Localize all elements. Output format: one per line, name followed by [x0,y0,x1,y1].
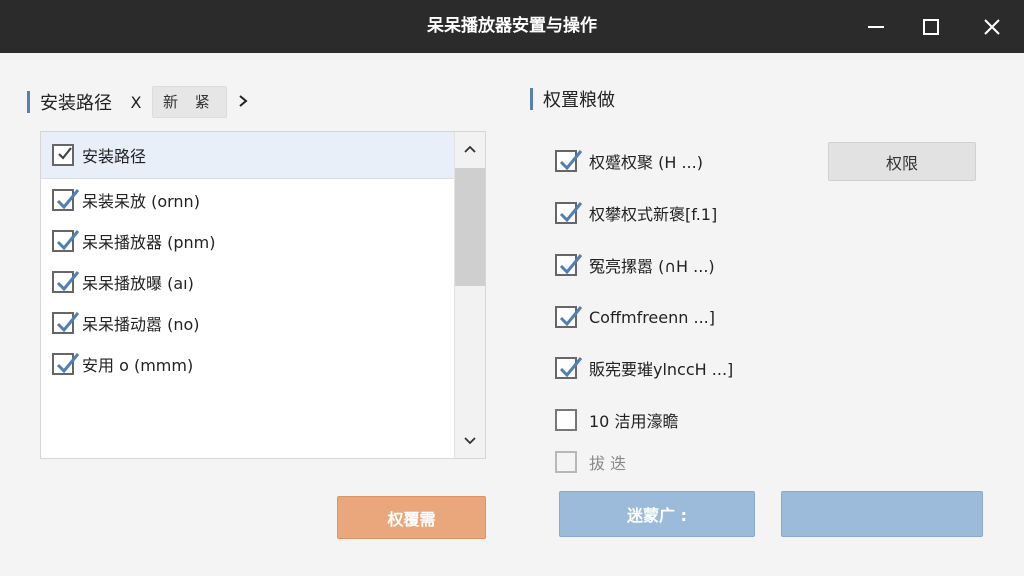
chevron-up-icon [464,145,476,153]
checkbox[interactable] [52,229,80,252]
permissions-header: 权置粮做 [530,86,615,112]
path-chip[interactable]: 新 紧 [152,86,227,118]
option-row[interactable]: 权攀权式新褒[f.1] [555,201,717,225]
check-icon [559,357,583,378]
option-label: 10 洁用濠瞻 [589,412,679,431]
permissions-button[interactable]: 权限 [828,142,976,181]
section-accent-bar [530,88,533,110]
list-item[interactable]: 安用 o (mmm) [41,343,455,384]
secondary-button[interactable] [781,491,983,537]
option-label: 权蹙权聚 (H ...) [589,153,703,172]
list-item-label: 呆装呆放 (ornn) [82,191,200,211]
list-item[interactable]: 呆呆播放器 (pnm) [41,220,455,261]
chevron-down-icon [464,437,476,445]
check-icon [559,306,583,327]
checkbox[interactable] [555,254,583,276]
check-icon [56,352,80,373]
check-icon [58,147,72,160]
checkbox[interactable] [52,270,80,293]
checkbox[interactable] [52,144,74,166]
list-item-label: 呆呆播放器 (pnm) [82,232,216,252]
list-scrollbar[interactable] [454,132,485,458]
list-rows: 安装路径 呆装呆放 (ornn) 呆呆播放器 (pnm) 呆呆播放曝 (aı) [41,132,455,384]
check-icon [56,229,80,250]
maximize-icon [923,18,939,35]
close-button[interactable] [962,0,1022,53]
chevron-right-icon [239,94,248,107]
clear-button[interactable]: X [128,93,144,112]
install-path-list[interactable]: 安装路径 呆装呆放 (ornn) 呆呆播放器 (pnm) 呆呆播放曝 (aı) [40,131,486,459]
app-window: 呆呆播放器安置与操作 安装路径 X 新 紧 安装路径 呆装呆放 (ornn) 呆… [0,0,1024,576]
checkbox[interactable] [555,357,583,379]
option-row[interactable]: 冤亮摞嚣 (∩H ...) [555,253,715,277]
install-path-title: 安装路径 [40,93,112,114]
checkbox[interactable] [52,352,80,375]
permissions-title: 权置粮做 [543,90,615,111]
checkbox[interactable] [555,306,583,328]
checkbox[interactable] [52,311,80,334]
scroll-down-button[interactable] [455,426,485,456]
minimize-button[interactable] [846,0,906,53]
option-label: 冤亮摞嚣 (∩H ...) [589,257,715,276]
check-icon [56,188,80,209]
minimize-icon [868,25,884,28]
checkbox[interactable] [555,409,577,431]
checkbox[interactable] [555,150,583,172]
list-item[interactable]: 呆呆播放曝 (aı) [41,261,455,302]
checkbox[interactable] [52,188,80,211]
option-row[interactable]: Coffmfreenn ...] [555,306,715,328]
checkbox-disabled [555,451,577,473]
list-header-label: 安装路径 [82,147,147,166]
list-item[interactable]: 呆呆播动嚣 (no) [41,302,455,343]
list-item-label: 安用 o (mmm) [82,355,194,375]
list-item-label: 呆呆播动嚣 (no) [82,314,200,334]
check-icon [559,202,583,223]
option-label: 权攀权式新褒[f.1] [589,205,718,224]
option-label: 販宪要璀ylnccH ...] [589,360,734,379]
maximize-button[interactable] [901,0,961,53]
expand-button[interactable] [237,93,249,112]
option-row-disabled: 拔 迭 [555,450,626,474]
check-icon [56,270,80,291]
section-accent-bar [27,91,30,113]
option-row[interactable]: 权蹙权聚 (H ...) [555,149,703,173]
check-icon [56,311,80,332]
close-icon [984,18,1000,35]
check-icon [559,254,583,275]
list-header-row[interactable]: 安装路径 [41,132,455,179]
option-label: Coffmfreenn ...] [589,307,715,327]
option-row[interactable]: 10 洁用濠瞻 [555,408,678,432]
scroll-up-button[interactable] [455,134,485,164]
check-icon [559,150,583,171]
option-row[interactable]: 販宪要璀ylnccH ...] [555,356,733,380]
option-label: 拔 迭 [589,454,627,473]
install-path-header: 安装路径 X 新 紧 [27,86,249,118]
primary-button[interactable]: 迷蒙广 : [559,491,755,537]
list-item[interactable]: 呆装呆放 (ornn) [41,179,455,220]
list-item-label: 呆呆播放曝 (aı) [82,273,194,293]
left-action-button[interactable]: 权覆需 [337,496,486,539]
checkbox[interactable] [555,202,583,224]
title-bar[interactable]: 呆呆播放器安置与操作 [0,0,1024,53]
scrollbar-thumb[interactable] [455,168,485,286]
